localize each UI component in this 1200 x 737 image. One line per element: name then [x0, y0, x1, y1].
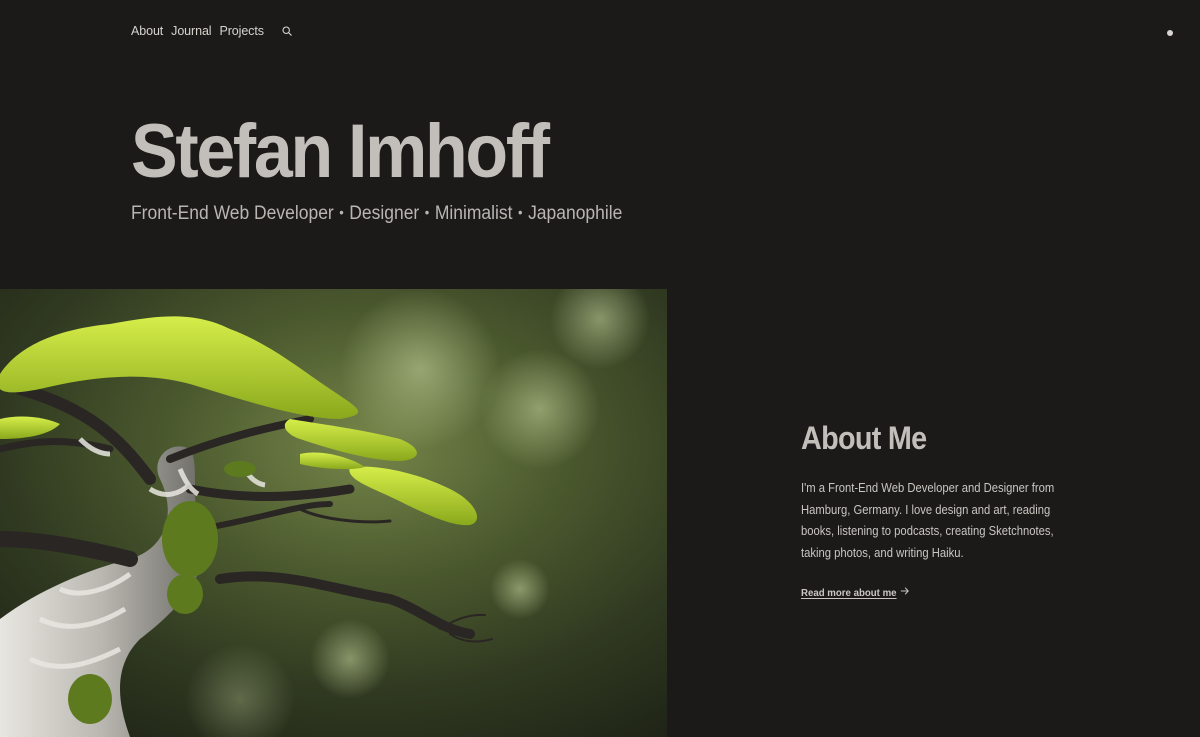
- tagline-separator: •: [339, 204, 344, 220]
- theme-toggle-icon[interactable]: [1167, 30, 1173, 36]
- read-more-label: Read more about me: [801, 586, 897, 599]
- tagline-item: Minimalist: [434, 203, 513, 224]
- nav-link-about[interactable]: About: [131, 24, 163, 38]
- tagline-item: Designer: [349, 203, 420, 224]
- about-heading: About Me: [801, 420, 927, 456]
- search-icon[interactable]: [280, 24, 294, 38]
- site-title: Stefan Imhoff: [131, 109, 550, 194]
- tagline-item: Japanophile: [528, 203, 623, 224]
- page: About Journal Projects Stefan Imhoff Fro…: [0, 0, 1200, 737]
- about-text: I'm a Front-End Web Developer and Design…: [801, 481, 1055, 560]
- arrow-right-icon: [900, 586, 909, 599]
- nav-link-projects[interactable]: Projects: [219, 24, 263, 38]
- read-more-link[interactable]: Read more about me: [801, 586, 909, 599]
- main-nav: About Journal Projects: [131, 24, 294, 38]
- nav-link-journal[interactable]: Journal: [171, 24, 211, 38]
- tagline-separator: •: [518, 204, 523, 220]
- bonsai-photo: [0, 289, 667, 737]
- tagline-item: Front-End Web Developer: [131, 203, 334, 224]
- tagline-separator: •: [424, 204, 430, 220]
- about-section: About Me I'm a Front-End Web Developer a…: [801, 418, 1076, 601]
- tagline: Front-End Web Developer • Designer • Minimal…: [131, 200, 622, 226]
